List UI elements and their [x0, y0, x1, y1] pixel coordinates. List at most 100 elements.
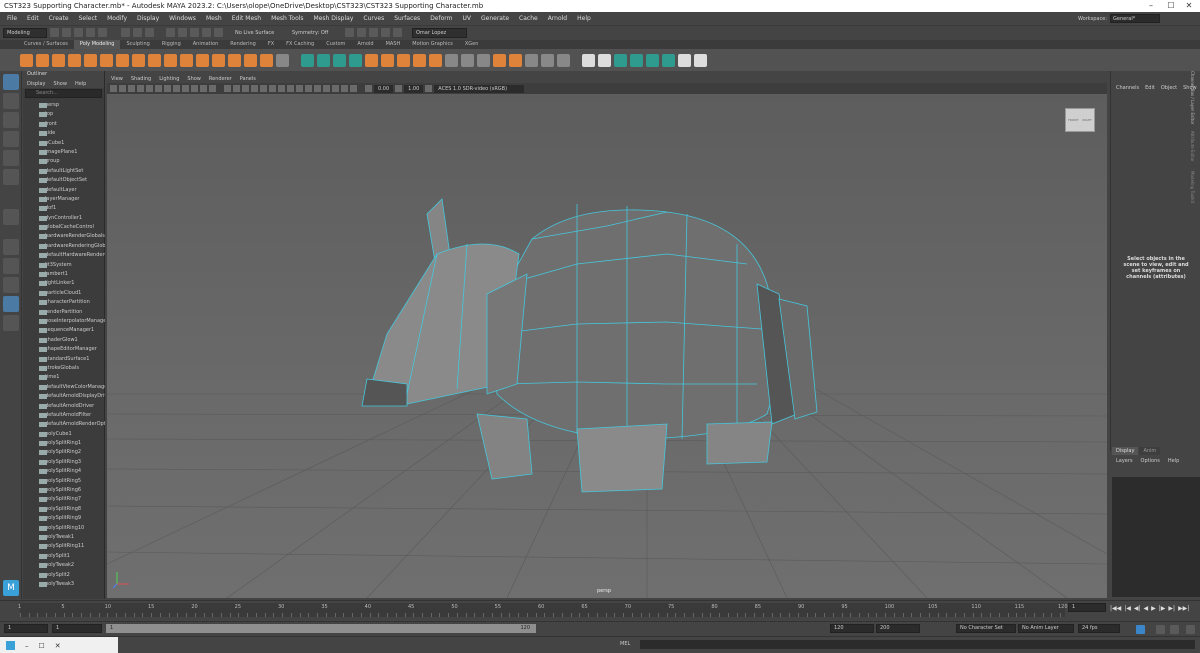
outliner-item[interactable]: time1: [23, 373, 105, 382]
connect-icon[interactable]: [541, 53, 554, 67]
outliner-item[interactable]: polySplitRing3: [23, 458, 105, 467]
redo-icon[interactable]: [98, 28, 107, 37]
xray-icon[interactable]: [332, 85, 339, 92]
resolution-gate-icon[interactable]: [173, 85, 180, 92]
default-material-icon[interactable]: [242, 85, 249, 92]
soccer-ball-icon[interactable]: [196, 53, 209, 67]
paint-select-tool-icon[interactable]: [3, 112, 19, 128]
shelf-tab-animation[interactable]: Animation: [187, 40, 225, 49]
symmetry-label[interactable]: Symmetry: Off: [292, 30, 342, 36]
extrude-icon[interactable]: [365, 53, 378, 67]
outliner-item[interactable]: pCube1: [23, 139, 105, 148]
unfold-icon[interactable]: [678, 53, 691, 67]
outliner-item[interactable]: hardwareRenderGlobals: [23, 232, 105, 241]
outliner-item[interactable]: polyTweak3: [23, 580, 105, 589]
outliner-item[interactable]: characterPartition: [23, 298, 105, 307]
textured-icon[interactable]: [260, 85, 267, 92]
snap-curve-icon[interactable]: [178, 28, 187, 37]
outliner-item[interactable]: polySplitRing6: [23, 486, 105, 495]
loop-icon[interactable]: [1170, 625, 1179, 634]
live-surface-label[interactable]: No Live Surface: [235, 30, 289, 36]
outliner-item[interactable]: lightLinker1: [23, 279, 105, 288]
outliner-item[interactable]: strokeGlobals: [23, 364, 105, 373]
outliner-menu-help[interactable]: Help: [75, 81, 86, 87]
channel-menu-object[interactable]: Object: [1161, 85, 1177, 91]
scale-tool-icon[interactable]: [3, 169, 19, 185]
playback-button[interactable]: ▶▶|: [1178, 605, 1189, 612]
poly-pyramid-icon[interactable]: [148, 53, 161, 67]
poly-sphere-icon[interactable]: [20, 53, 33, 67]
perspective-viewport[interactable]: FRONT RIGHT persp: [107, 94, 1107, 598]
maximize-button[interactable]: ☐: [1162, 0, 1180, 12]
outliner-item[interactable]: particleCloud1: [23, 289, 105, 298]
poly-cube-icon[interactable]: [36, 53, 49, 67]
color-management-icon[interactable]: [425, 85, 433, 92]
poly-helix-icon[interactable]: [228, 53, 241, 67]
poly-pipe-icon[interactable]: [180, 53, 193, 67]
end-time-field[interactable]: 200: [876, 624, 920, 633]
separate-icon[interactable]: [317, 53, 330, 67]
playback-button[interactable]: ◀|: [1134, 605, 1141, 612]
poly-gear-icon[interactable]: [244, 53, 257, 67]
menu-item-edit-mesh[interactable]: Edit Mesh: [227, 15, 266, 22]
persp-outliner-icon[interactable]: [3, 277, 19, 293]
outliner-item[interactable]: shapeEditorManager: [23, 345, 105, 354]
menu-item-select[interactable]: Select: [74, 15, 103, 22]
menu-item-cache[interactable]: Cache: [514, 15, 543, 22]
view-cube-front[interactable]: FRONT: [1068, 118, 1078, 122]
shelf-tab-fx-caching[interactable]: FX Caching: [280, 40, 320, 49]
viewport-menu-renderer[interactable]: Renderer: [209, 76, 232, 82]
outliner-item[interactable]: poseInterpolatorManager: [23, 317, 105, 326]
bookmark-icon[interactable]: [128, 85, 135, 92]
menu-item-help[interactable]: Help: [572, 15, 596, 22]
maya-app-icon[interactable]: [6, 641, 15, 650]
outliner-item[interactable]: sequenceManager1: [23, 326, 105, 335]
outliner-item[interactable]: standardSurface1: [23, 355, 105, 364]
shadows-icon[interactable]: [278, 85, 285, 92]
tab-display-layers[interactable]: Display: [1112, 447, 1139, 455]
menu-item-modify[interactable]: Modify: [102, 15, 132, 22]
poly-prism-icon[interactable]: [164, 53, 177, 67]
insert-edge-loop-icon[interactable]: [493, 53, 506, 67]
outliner-menu-show[interactable]: Show: [53, 81, 67, 87]
new-scene-icon[interactable]: [50, 28, 59, 37]
minimize-button[interactable]: –: [1142, 0, 1160, 12]
select-hierarchy-icon[interactable]: [121, 28, 130, 37]
select-object-icon[interactable]: [133, 28, 142, 37]
poly-disc-icon[interactable]: [116, 53, 129, 67]
mel-label[interactable]: MEL: [620, 641, 630, 647]
make-live-icon[interactable]: [214, 28, 223, 37]
menu-item-mesh-tools[interactable]: Mesh Tools: [266, 15, 308, 22]
menu-item-mesh-display[interactable]: Mesh Display: [309, 15, 359, 22]
smooth-shade-icon[interactable]: [233, 85, 240, 92]
outliner-item[interactable]: polySplitRing8: [23, 505, 105, 514]
sculpt-tool-icon[interactable]: [582, 53, 595, 67]
last-tool-icon[interactable]: [3, 209, 19, 225]
outliner-item[interactable]: polySplitRing11: [23, 542, 105, 551]
outliner-item[interactable]: defaultObjectSet: [23, 176, 105, 185]
ipr-render-icon[interactable]: [357, 28, 366, 37]
poly-cone-icon[interactable]: [68, 53, 81, 67]
outliner-item[interactable]: persp: [23, 101, 105, 110]
preferences-icon[interactable]: [1186, 625, 1195, 634]
menu-item-generate[interactable]: Generate: [476, 15, 514, 22]
outliner-item[interactable]: hardwareRenderingGlobals: [23, 242, 105, 251]
snap-view-plane-icon[interactable]: [202, 28, 211, 37]
outliner-menu-display[interactable]: Display: [27, 81, 45, 87]
outliner-item[interactable]: polySplitRing1: [23, 439, 105, 448]
viewport-menu-lighting[interactable]: Lighting: [159, 76, 179, 82]
outliner-item[interactable]: polySplitRing5: [23, 477, 105, 486]
motion-blur-icon[interactable]: [296, 85, 303, 92]
outliner-item[interactable]: polySplitRing7: [23, 495, 105, 504]
outliner-item[interactable]: dof1: [23, 204, 105, 213]
image-plane-icon[interactable]: [137, 85, 144, 92]
viewport-menu-panels[interactable]: Panels: [240, 76, 256, 82]
poly-cylinder-icon[interactable]: [52, 53, 65, 67]
poke-icon[interactable]: [461, 53, 474, 67]
shelf-tab-xgen[interactable]: XGen: [459, 40, 485, 49]
viewport-menu-view[interactable]: View: [111, 76, 123, 82]
user-dropdown[interactable]: Omar Lopez: [412, 27, 467, 38]
shelf-tab-poly-modeling[interactable]: Poly Modeling: [73, 40, 121, 49]
poly-plane-icon[interactable]: [100, 53, 113, 67]
poly-svg-icon[interactable]: [276, 53, 289, 67]
